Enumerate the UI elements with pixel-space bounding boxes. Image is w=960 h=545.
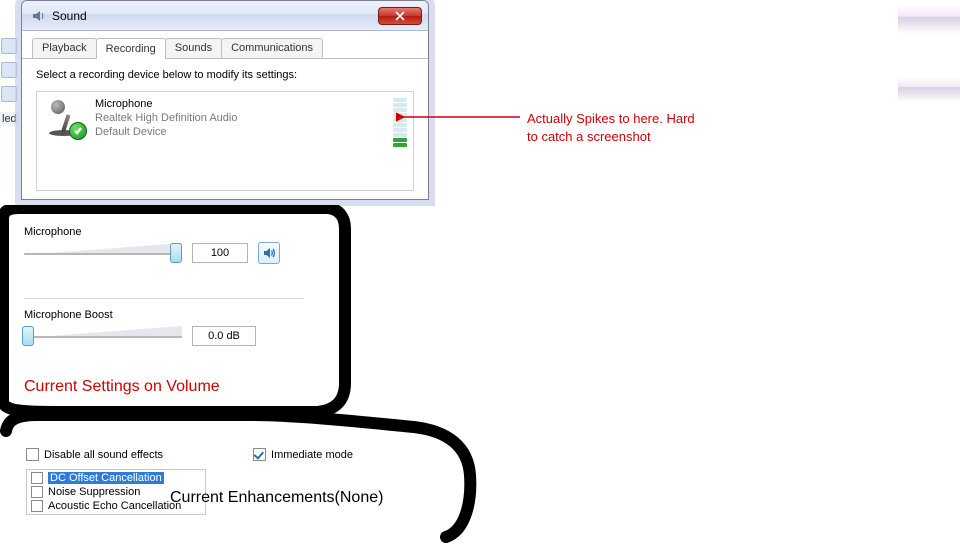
microphone-boost-label: Microphone Boost: [24, 309, 320, 321]
microphone-volume-value[interactable]: 100: [192, 243, 248, 263]
checkbox-label: Immediate mode: [271, 449, 353, 461]
microphone-volume-label: Microphone: [24, 226, 320, 238]
background-icons: [0, 36, 18, 110]
list-item-label: DC Offset Cancellation: [48, 472, 164, 484]
immediate-mode-checkbox[interactable]: Immediate mode: [253, 448, 353, 461]
tab-sounds[interactable]: Sounds: [165, 38, 222, 58]
tab-communications[interactable]: Communications: [221, 38, 323, 58]
device-name: Microphone: [95, 98, 237, 112]
tab-recording[interactable]: Recording: [96, 38, 166, 59]
speaker-button[interactable]: [258, 242, 280, 264]
checkbox-icon: [31, 500, 43, 512]
background-strip: [898, 4, 960, 34]
sound-dialog: Sound Playback Recording Sounds Communic…: [21, 0, 429, 200]
microphone-boost-value[interactable]: 0.0 dB: [192, 326, 256, 346]
sound-icon: [30, 8, 46, 24]
microphone-boost-slider[interactable]: [24, 325, 182, 347]
tab-strip: Playback Recording Sounds Communications: [22, 31, 428, 59]
device-list[interactable]: Microphone Realtek High Definition Audio…: [36, 91, 414, 191]
microphone-icon: [45, 98, 85, 138]
window-title: Sound: [52, 9, 378, 23]
background-text: led: [0, 112, 19, 126]
volume-panel: Microphone 100 Microphone Boost 0.0 dB: [24, 226, 320, 381]
checkbox-icon: [31, 472, 43, 484]
close-button[interactable]: [378, 7, 422, 25]
checkbox-icon: [253, 448, 266, 461]
checkbox-icon: [26, 448, 39, 461]
default-device-check-icon: [69, 122, 87, 140]
enhancements-caption: Current Enhancements(None): [170, 489, 383, 507]
instruction-text: Select a recording device below to modif…: [36, 69, 414, 81]
checkbox-icon: [31, 486, 43, 498]
microphone-volume-slider[interactable]: [24, 242, 182, 264]
device-status: Default Device: [95, 126, 237, 140]
background-strip: [898, 76, 960, 102]
annotation-text: Actually Spikes to here. Hard to catch a…: [527, 110, 697, 145]
divider: [24, 298, 304, 299]
tab-playback[interactable]: Playback: [32, 38, 97, 58]
enhancement-dc-offset[interactable]: DC Offset Cancellation: [27, 471, 205, 485]
list-item-label: Noise Suppression: [48, 486, 140, 498]
device-driver: Realtek High Definition Audio: [95, 112, 237, 126]
volume-caption: Current Settings on Volume: [24, 378, 220, 396]
title-bar[interactable]: Sound: [22, 1, 428, 31]
device-row-microphone[interactable]: Microphone Realtek High Definition Audio…: [41, 96, 409, 141]
checkbox-label: Disable all sound effects: [44, 449, 163, 461]
list-item-label: Acoustic Echo Cancellation: [48, 500, 181, 512]
disable-all-effects-checkbox[interactable]: Disable all sound effects: [26, 448, 163, 461]
input-level-meter: [393, 98, 407, 147]
